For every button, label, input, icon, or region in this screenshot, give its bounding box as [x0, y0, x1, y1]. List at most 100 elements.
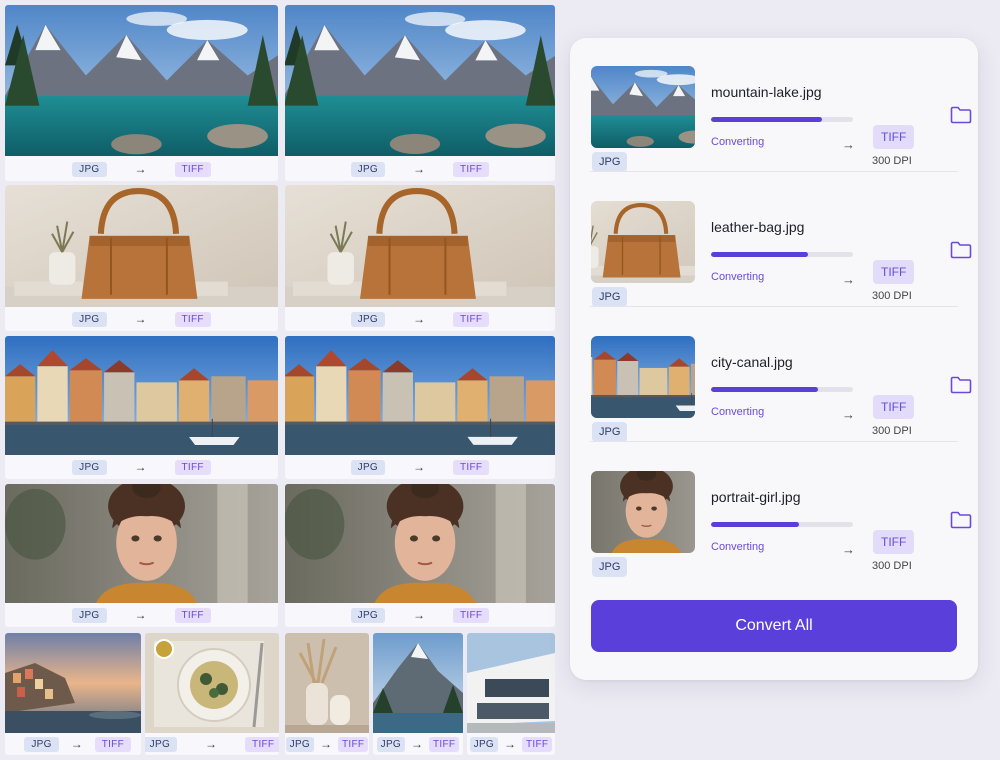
tiff-badge: TIFF [429, 736, 460, 752]
conversion-caption: JPG → TIFF [467, 733, 555, 755]
row-divider [590, 441, 958, 442]
jpg-badge: JPG [350, 459, 386, 475]
jpg-badge: JPG [350, 311, 386, 327]
conversion-caption: JPG → TIFF [5, 455, 278, 479]
tiff-badge: TIFF [453, 161, 490, 177]
jpg-badge: JPG [285, 736, 315, 752]
arrow-right-icon: → [413, 162, 426, 176]
tiff-badge: TIFF [453, 607, 490, 623]
source-format-badge: JPG [592, 422, 628, 442]
jpg-badge: JPG [72, 607, 107, 623]
arrow-right-icon: → [504, 737, 517, 751]
file-name: leather-bag.jpg [711, 219, 805, 235]
tiff-badge: TIFF [453, 311, 490, 327]
target-format-badge[interactable]: TIFF [873, 125, 915, 149]
tiff-badge: TIFF [174, 161, 211, 177]
progress-bar [711, 387, 853, 392]
progress-bar [711, 117, 853, 122]
gallery-tile-peak[interactable]: JPG → TIFF [373, 633, 463, 755]
file-thumbnail [591, 66, 695, 148]
arrow-right-icon: → [411, 737, 424, 751]
jpg-badge: JPG [24, 736, 59, 752]
arrow-right-icon: → [842, 137, 855, 152]
file-row: JPG portrait-girl.jpg Converting → TIFF … [590, 443, 972, 577]
file-thumbnail [591, 201, 695, 283]
status-text: Converting [711, 136, 765, 148]
target-format-badge[interactable]: TIFF [873, 530, 915, 554]
row-divider [590, 171, 958, 172]
tiff-badge: TIFF [174, 607, 211, 623]
arrow-right-icon: → [134, 460, 147, 474]
mountain-lake-image [5, 5, 278, 156]
city-canal-image [5, 336, 278, 455]
jpg-badge: JPG [376, 736, 406, 752]
conversion-caption: JPG → TIFF [285, 157, 555, 181]
file-name: portrait-girl.jpg [711, 489, 801, 505]
arrow-right-icon: → [320, 737, 333, 751]
arrow-right-icon: → [134, 312, 147, 326]
convert-all-button[interactable]: Convert All [591, 600, 957, 652]
progress-fill [711, 387, 818, 392]
folder-icon[interactable] [950, 511, 972, 529]
conversion-caption: JPG → TIFF [285, 603, 555, 627]
gallery-tile-bag-converted[interactable]: JPG → TIFF [285, 185, 555, 331]
progress-fill [711, 117, 822, 122]
portrait-girl-image [5, 484, 278, 603]
image-gallery: JPG → TIFF JPG → TIFF JPG → TIFF JPG → T… [0, 0, 560, 760]
conversion-caption: JPG → TIFF [5, 157, 278, 181]
status-text: Converting [711, 271, 765, 283]
tiff-badge: TIFF [94, 736, 131, 752]
jpg-badge: JPG [72, 311, 107, 327]
city-canal-image [285, 336, 555, 455]
dpi-label: 300 DPI [872, 560, 912, 572]
source-format-badge: JPG [592, 152, 628, 172]
gallery-tile-vases[interactable]: JPG → TIFF [285, 633, 369, 755]
folder-icon[interactable] [950, 106, 972, 124]
gallery-tile-portrait-original[interactable]: JPG → TIFF [5, 484, 278, 627]
source-format-badge: JPG [592, 287, 628, 307]
gallery-tile-canal-converted[interactable]: JPG → TIFF [285, 336, 555, 479]
file-name: city-canal.jpg [711, 354, 793, 370]
conversion-caption: JPG → TIFF [285, 307, 555, 331]
file-thumbnail [591, 471, 695, 553]
conversion-caption: JPG → TIFF [5, 307, 278, 331]
folder-icon[interactable] [950, 376, 972, 394]
jpg-badge: JPG [72, 459, 107, 475]
arrow-right-icon: → [413, 608, 426, 622]
file-row: JPG city-canal.jpg Converting → TIFF 300… [590, 308, 972, 442]
target-format-badge[interactable]: TIFF [873, 260, 915, 284]
dpi-label: 300 DPI [872, 425, 912, 437]
tiff-badge: TIFF [174, 459, 211, 475]
arrow-right-icon: → [205, 737, 218, 751]
target-format-badge[interactable]: TIFF [873, 395, 915, 419]
mountain-lake-image [285, 5, 555, 156]
gallery-tile-pasta[interactable]: JPG → TIFF [145, 633, 279, 755]
gallery-tile-mountain-original[interactable]: JPG → TIFF [5, 5, 278, 181]
progress-fill [711, 522, 800, 527]
progress-fill [711, 252, 808, 257]
leather-bag-image [285, 185, 555, 307]
gallery-tile-mountain-converted[interactable]: JPG → TIFF [285, 5, 555, 181]
tiff-badge: TIFF [522, 736, 553, 752]
jpg-badge: JPG [72, 161, 107, 177]
file-row: JPG mountain-lake.jpg Converting → TIFF … [590, 38, 972, 172]
conversion-caption: JPG → TIFF [5, 733, 141, 755]
arrow-right-icon: → [842, 542, 855, 557]
conversion-caption: JPG → TIFF [373, 733, 463, 755]
progress-bar [711, 252, 853, 257]
dpi-label: 300 DPI [872, 155, 912, 167]
gallery-tile-house[interactable]: JPG → TIFF [467, 633, 555, 755]
gallery-tile-village[interactable]: JPG → TIFF [5, 633, 141, 755]
tiff-badge: TIFF [453, 459, 490, 475]
gallery-tile-portrait-converted[interactable]: JPG → TIFF [285, 484, 555, 627]
conversion-caption: JPG → TIFF [145, 733, 279, 755]
folder-icon[interactable] [950, 241, 972, 259]
gallery-tile-canal-original[interactable]: JPG → TIFF [5, 336, 278, 479]
gallery-tile-bag-original[interactable]: JPG → TIFF [5, 185, 278, 331]
coastal-village-image [5, 633, 141, 733]
pasta-plate-image [145, 633, 279, 733]
file-row: JPG leather-bag.jpg Converting → TIFF 30… [590, 173, 972, 307]
progress-bar [711, 522, 853, 527]
file-thumbnail [591, 336, 695, 418]
tiff-badge: TIFF [245, 736, 279, 752]
